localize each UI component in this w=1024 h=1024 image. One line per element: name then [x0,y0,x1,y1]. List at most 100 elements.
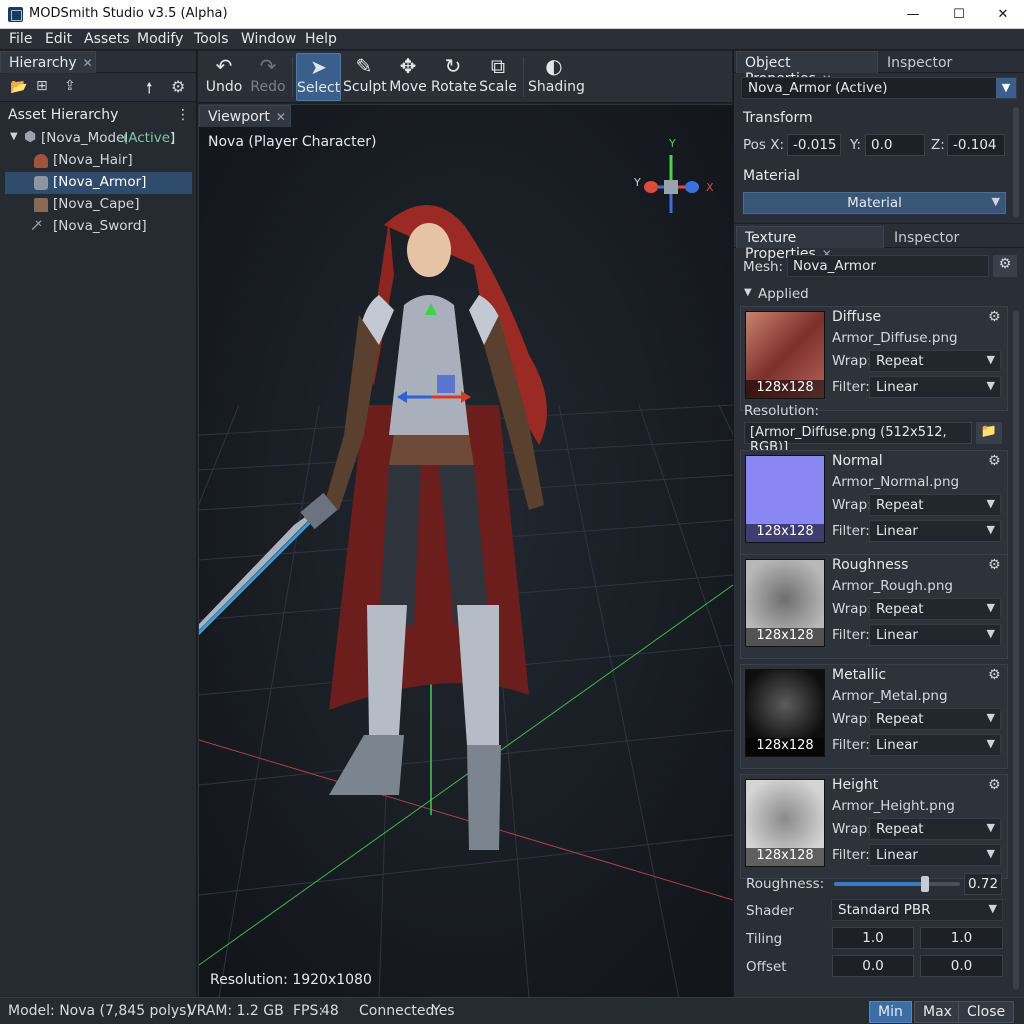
expand-arrow-icon[interactable]: ▼ [10,131,18,142]
upload-icon[interactable]: 🠕 [146,78,152,103]
roughness-value[interactable]: 0.72 [964,873,1002,895]
texture-file: Armor_Normal.png [832,474,960,490]
close-icon[interactable]: ✕ [83,56,93,70]
pos-x-input[interactable]: -0.015 [787,134,841,156]
offset-u-input[interactable]: 0.0 [832,955,914,977]
filter-dropdown[interactable]: Linear ▼ [869,734,1001,756]
chevron-down-icon[interactable]: ▼ [996,78,1016,98]
texture-card-roughness[interactable]: 128x128 Roughness ⚙ Armor_Rough.png Wrap… [740,554,1008,659]
texture-card-diffuse[interactable]: 128x128 Diffuse ⚙ Armor_Diffuse.png Wrap… [740,306,1008,411]
select-button[interactable]: ➤ Select [296,53,341,101]
texture-card-metallic[interactable]: 128x128 Metallic ⚙ Armor_Metal.png Wrap:… [740,664,1008,769]
thumbnail-size: 128x128 [746,524,824,542]
menu-tools[interactable]: Tools [194,31,229,47]
material-dropdown[interactable]: Material ▼ [743,192,1006,214]
texture-file: Armor_Metal.png [832,688,948,704]
gear-icon[interactable]: ⚙ [988,557,1001,573]
tree-root[interactable]: ▼ ⬢ [Nova_Model (Active) ] [5,128,192,150]
model-cube-icon: ⬢ [24,129,37,145]
tiling-v-input[interactable]: 1.0 [920,927,1003,949]
pos-z-input[interactable]: -0.104 [947,134,1005,156]
max-button[interactable]: Max [914,1001,961,1023]
pos-y-input[interactable]: 0.0 [865,134,925,156]
shading-button[interactable]: ◐ Shading [528,53,585,101]
wrap-dropdown[interactable]: Repeat ▼ [869,494,1001,516]
gear-icon[interactable]: ⚙ [988,777,1001,793]
object-properties-tabbar: Object Properties✕ Inspector [734,51,1024,87]
min-button[interactable]: Min [869,1001,912,1023]
mesh-field[interactable]: Nova_Armor [787,255,989,277]
tree-item-armor[interactable]: [Nova_Armor] [5,172,192,194]
gear-icon[interactable]: ⚙ [988,309,1001,325]
menu-file[interactable]: File [9,31,32,47]
scrollbar[interactable] [1013,107,1019,217]
filter-dropdown[interactable]: Linear ▼ [869,624,1001,646]
chevron-down-icon: ▼ [986,821,995,834]
wrap-dropdown[interactable]: Repeat ▼ [869,708,1001,730]
roughness-slider-handle[interactable] [920,876,929,892]
menu-assets[interactable]: Assets [84,31,130,47]
tab-object-properties[interactable]: Object Properties✕ [736,51,878,87]
menu-help[interactable]: Help [305,31,337,47]
wrap-value: Repeat [876,601,924,617]
gear-icon[interactable]: ⚙ [988,667,1001,683]
wrap-dropdown[interactable]: Repeat ▼ [869,350,1001,372]
menu-modify[interactable]: Modify [137,31,183,47]
filter-label: Filter: [832,847,870,863]
close-icon[interactable]: ✕ [276,110,286,124]
resolution-value[interactable]: [Armor_Diffuse.png (512x512, RGB)] [744,422,972,455]
thumbnail-size: 128x128 [746,380,824,398]
filter-label: Filter: [832,627,870,643]
tab-hierarchy[interactable]: Hierarchy ✕ [0,51,96,73]
roughness-slider-track[interactable] [834,876,960,892]
shading-label: Shading [528,79,585,95]
texture-card-normal[interactable]: 128x128 Normal ⚙ Armor_Normal.png Wrap: … [740,450,1008,555]
tree-item-cape[interactable]: [Nova_Cape] [5,194,192,216]
gear-icon[interactable]: ⚙ [988,453,1001,469]
scale-button[interactable]: ⧉ Scale [478,53,518,101]
status-fps-value: 48 [321,1003,339,1019]
collapse-arrow-icon[interactable]: ▼ [744,287,752,298]
sculpt-button[interactable]: ✎ Sculpt [343,53,387,101]
menu-edit[interactable]: Edit [45,31,72,47]
shader-dropdown[interactable]: Standard PBR ▼ [831,899,1003,921]
close-panel-button[interactable]: Close [958,1001,1015,1023]
folder-open-icon[interactable]: 📂 [10,79,27,95]
chevron-down-icon: ▼ [986,737,995,750]
move-button[interactable]: ✥ Move [388,53,428,101]
wrap-dropdown[interactable]: Repeat ▼ [869,598,1001,620]
texture-card-height[interactable]: 128x128 Height ⚙ Armor_Height.png Wrap: … [740,774,1008,879]
filter-dropdown[interactable]: Linear ▼ [869,376,1001,398]
wrap-label: Wrap: [832,821,872,837]
close-button[interactable]: ✕ [980,0,1024,29]
filter-dropdown[interactable]: Linear ▼ [869,844,1001,866]
redo-button[interactable]: ↷ Redo [248,53,288,101]
gear-icon[interactable]: ⚙ [171,77,185,96]
folder-icon[interactable]: 📁 [976,422,1002,444]
export-icon[interactable]: ⇪ [64,78,76,94]
tab-viewport[interactable]: Viewport ✕ [199,105,291,127]
minimize-button[interactable]: — [890,0,936,29]
tab-texture-properties[interactable]: Texture Properties ✕ [736,226,884,262]
object-selector-dropdown[interactable]: Nova_Armor (Active) ▼ [741,77,1017,99]
shader-label: Shader [746,903,794,919]
tiling-u-input[interactable]: 1.0 [832,927,914,949]
tree-item-sword[interactable]: † [Nova_Sword] [5,216,192,238]
add-folder-icon[interactable]: ⊞ [36,78,48,94]
tree-item-hair[interactable]: [Nova_Hair] [5,150,192,172]
undo-button[interactable]: ↶ Undo [204,53,244,101]
more-options-icon[interactable]: ⋮ [176,107,190,123]
tab-inspector[interactable]: Inspector [885,226,975,248]
rotate-button[interactable]: ↻ Rotate [431,53,477,101]
mesh-settings-gear-icon[interactable]: ⚙ [993,255,1017,277]
offset-v-input[interactable]: 0.0 [920,955,1003,977]
viewport[interactable]: Viewport ✕ Nova (Player Character) Y Y X … [198,104,733,998]
tab-inspector[interactable]: Inspector [878,51,968,73]
scrollbar[interactable] [1013,310,1019,990]
mesh-label: Mesh: [743,259,784,275]
filter-dropdown[interactable]: Linear ▼ [869,520,1001,542]
maximize-button[interactable]: ☐ [936,0,982,29]
menu-window[interactable]: Window [241,31,296,47]
wrap-dropdown[interactable]: Repeat ▼ [869,818,1001,840]
normal-thumbnail: 128x128 [745,455,825,543]
